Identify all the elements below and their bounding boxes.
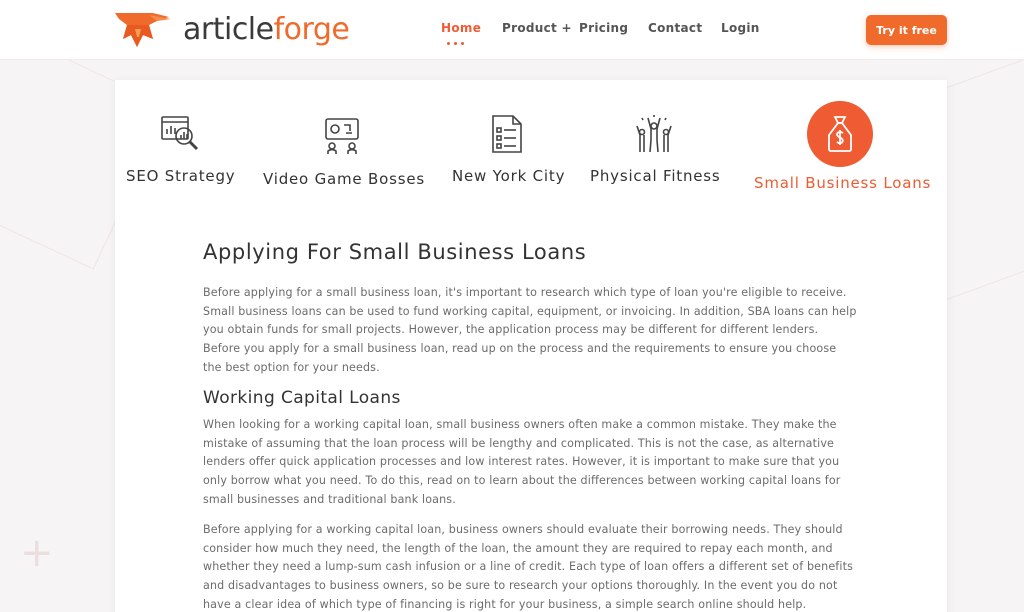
- plus-decoration-icon: +: [20, 530, 54, 576]
- intro-paragraph: Before applying for a small business loa…: [203, 286, 857, 374]
- cheering-people-icon: [636, 115, 672, 153]
- tab-label: Small Business Loans: [754, 174, 932, 192]
- tab-label: Video Game Bosses: [263, 170, 425, 188]
- body-paragraph: When looking for a working capital loan,…: [203, 418, 841, 506]
- nav-pricing[interactable]: Pricing: [579, 21, 628, 35]
- seo-analytics-icon: [161, 116, 199, 151]
- try-it-free-button[interactable]: Try it free: [866, 15, 947, 45]
- nav-home[interactable]: Home: [441, 21, 481, 35]
- active-indicator-dots: [447, 42, 464, 45]
- nav-product[interactable]: Product +: [502, 21, 572, 35]
- article-title: Applying For Small Business Loans: [203, 240, 587, 264]
- nav-login[interactable]: Login: [721, 21, 760, 35]
- body-paragraph: Before applying for a working capital lo…: [203, 523, 854, 611]
- logo[interactable]: articleforge: [113, 8, 350, 52]
- money-bag-dollar-icon: [828, 116, 852, 152]
- section-heading: Working Capital Loans: [203, 388, 401, 408]
- tab-label: SEO Strategy: [126, 167, 236, 185]
- tab-label: Physical Fitness: [590, 167, 721, 185]
- logo-wordmark: articleforge: [183, 12, 350, 47]
- site-header: articleforge Home Product + Pricing Cont…: [0, 0, 1024, 60]
- anvil-logo-icon: [115, 13, 171, 47]
- tab-label: New York City: [452, 167, 566, 185]
- active-tab-circle: [807, 101, 873, 167]
- checklist-document-icon: [492, 115, 522, 153]
- game-board-icon: [325, 118, 359, 154]
- nav-contact[interactable]: Contact: [648, 21, 702, 35]
